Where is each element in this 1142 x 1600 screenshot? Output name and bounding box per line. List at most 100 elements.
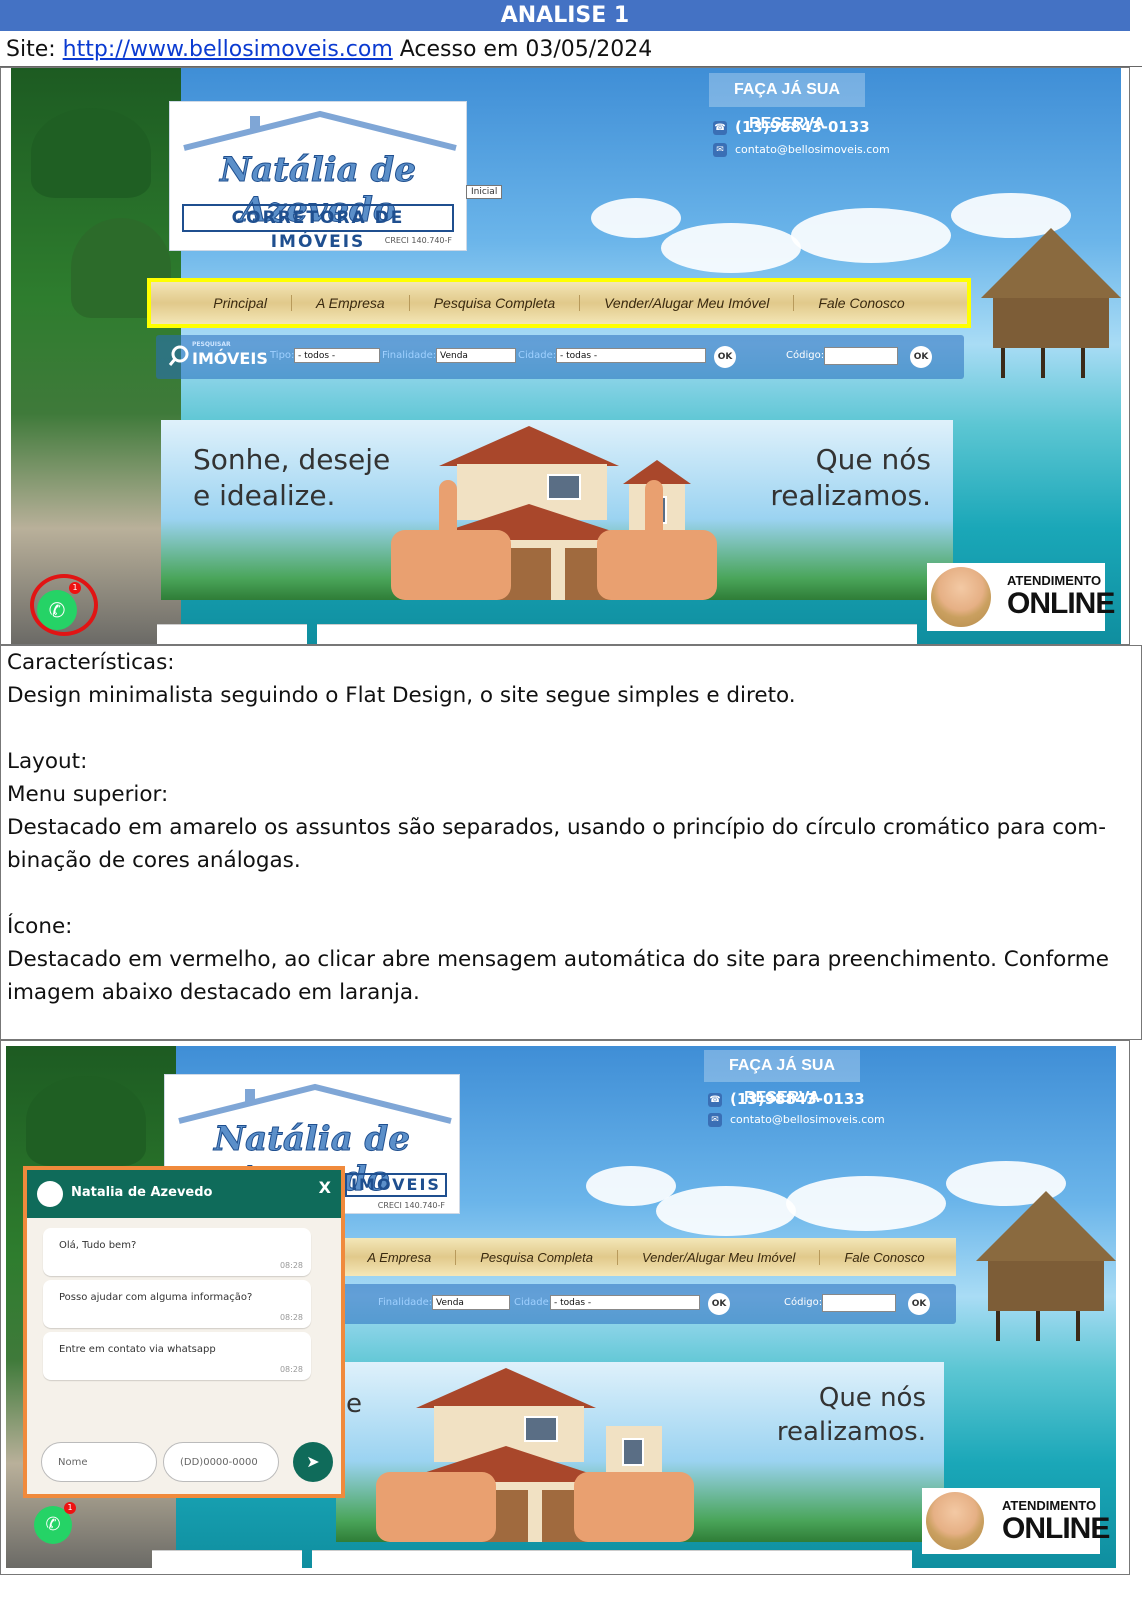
banner-fragment: e — [346, 1389, 362, 1419]
website-screenshot-2: Natália de Azevedo IMÓVEIS CRECI 140.740… — [6, 1046, 1116, 1568]
message-text: Entre em contato via whatsapp — [59, 1344, 216, 1355]
agent-avatar — [926, 1492, 984, 1550]
text-line: Ícone: — [7, 914, 73, 939]
message-time: 08:28 — [279, 1365, 303, 1374]
phone-line: ☎ (13)98843-0133 — [708, 1090, 865, 1108]
finger-left — [439, 480, 457, 560]
tipo-select[interactable]: - todos - — [294, 348, 380, 363]
finger-right — [645, 480, 663, 560]
message-time: 08:28 — [279, 1313, 303, 1322]
phone-icon: ☎ — [708, 1092, 722, 1107]
bungalow — [966, 1191, 1116, 1341]
bungalow — [971, 228, 1121, 378]
message-text: Olá, Tudo bem? — [59, 1240, 137, 1251]
document-title: ANALISE 1 — [0, 0, 1130, 31]
codigo-label: Código: — [786, 350, 825, 361]
website-screenshot-1: Natália de Azevedo CORRETORA DE IMÓVEIS … — [11, 68, 1121, 644]
cloud — [591, 198, 681, 238]
screenshot-1-frame: Natália de Azevedo CORRETORA DE IMÓVEIS … — [0, 67, 1130, 645]
agent-avatar — [931, 567, 991, 627]
bottom-panel — [317, 624, 917, 644]
cidade-label: Cidade: — [514, 1297, 553, 1308]
hand-right — [574, 1472, 694, 1542]
email-address[interactable]: contato@bellosimoveis.com — [735, 143, 890, 156]
search-ok-button[interactable]: OK — [714, 346, 736, 368]
phone-input[interactable]: (DD)0000-0000 — [163, 1442, 279, 1482]
chat-message: Olá, Tudo bem? 08:28 — [43, 1228, 311, 1276]
search-bar: PESQUISAR IMÓVEIS Tipo: - todos - Finali… — [156, 335, 964, 379]
site-info-line: Site: http://www.bellosimoveis.com Acess… — [0, 33, 1142, 67]
menu-vender-alugar[interactable]: Vender/Alugar Meu Imóvel — [618, 1249, 821, 1265]
codigo-ok-button[interactable]: OK — [910, 346, 932, 368]
chat-avatar — [37, 1181, 63, 1207]
codigo-ok-button[interactable]: OK — [908, 1293, 930, 1315]
creci-number: CRECI 140.740-F — [377, 1201, 445, 1210]
text-line: Destacado em vermelho, ao clicar abre me… — [7, 947, 1109, 972]
yellow-highlight-box — [147, 278, 971, 328]
cidade-select[interactable]: - todas - — [556, 348, 706, 363]
access-date: Acesso em 03/05/2024 — [399, 37, 653, 62]
menu-fale-conosco[interactable]: Fale Conosco — [820, 1250, 948, 1265]
name-input[interactable]: Nome — [41, 1442, 157, 1482]
house-roof-icon — [183, 110, 457, 151]
online-label-2: ONLINE — [1002, 1512, 1110, 1545]
atendimento-online-widget[interactable]: ATENDIMENTO ONLINE — [922, 1488, 1110, 1554]
search-icon — [168, 345, 189, 366]
finalidade-select[interactable]: Venda — [436, 348, 516, 363]
site-url-link[interactable]: http://www.bellosimoveis.com — [63, 37, 393, 62]
text-line: Características: — [7, 650, 175, 675]
send-icon[interactable]: ➤ — [293, 1442, 333, 1482]
finalidade-label: Finalidade: — [382, 350, 437, 361]
bottom-panel — [312, 1550, 912, 1568]
text-line — [7, 877, 1141, 910]
codigo-label: Código: — [784, 1297, 823, 1308]
email-line: ✉ contato@bellosimoveis.com — [708, 1113, 885, 1127]
text-line: Design minimalista seguindo o Flat Desig… — [7, 683, 796, 708]
logo-subtitle: CORRETORA DE IMÓVEIS — [182, 204, 454, 252]
codigo-input[interactable] — [824, 347, 898, 365]
finalidade-select[interactable]: Venda — [432, 1295, 510, 1310]
site-logo[interactable]: Natália de Azevedo CORRETORA DE IMÓVEIS … — [169, 101, 467, 252]
menu-a-empresa[interactable]: A Empresa — [343, 1249, 457, 1265]
phone-number: (13)98843-0133 — [730, 1090, 865, 1108]
phone-line: ☎ (13)98843-0133 — [713, 118, 870, 136]
chat-message: Posso ajudar com alguma informação? 08:2… — [43, 1280, 311, 1328]
phone-number: (13)98843-0133 — [735, 118, 870, 136]
palm-trees — [26, 1076, 146, 1166]
mail-icon: ✉ — [713, 143, 727, 157]
red-highlight-circle — [30, 574, 98, 636]
notification-badge: 1 — [64, 1502, 76, 1514]
message-text: Posso ajudar com alguma informação? — [59, 1292, 253, 1303]
reserva-banner[interactable]: FAÇA JÁ SUA RESERVA — [704, 1050, 860, 1106]
text-line: Destacado em amarelo os assuntos são sep… — [7, 815, 1106, 840]
chat-contact-name: Natalia de Azevedo — [71, 1185, 213, 1200]
screenshot-2-frame: Natália de Azevedo IMÓVEIS CRECI 140.740… — [0, 1040, 1130, 1575]
close-icon[interactable]: X — [319, 1178, 331, 1197]
atendimento-online-widget[interactable]: ATENDIMENTO ONLINE — [927, 563, 1115, 631]
logo-subtitle-partial: IMÓVEIS — [345, 1173, 447, 1197]
banner-right-text: Que nós realizamos. — [770, 443, 931, 513]
email-address[interactable]: contato@bellosimoveis.com — [730, 1113, 885, 1126]
cidade-label: Cidade: — [518, 350, 557, 361]
creci-number: CRECI 140.740-F — [384, 236, 452, 245]
menu-pesquisa-completa[interactable]: Pesquisa Completa — [456, 1249, 618, 1265]
chat-message: Entre em contato via whatsapp 08:28 — [43, 1332, 311, 1380]
analysis-text: Características: Design minimalista segu… — [0, 645, 1142, 1040]
inicial-link[interactable]: Inicial — [466, 185, 503, 199]
chat-widget: Natalia de Azevedo X Olá, Tudo bem? 08:2… — [23, 1166, 345, 1498]
online-label-1: ATENDIMENTO — [1007, 573, 1102, 588]
site-label: Site: — [6, 37, 56, 62]
banner-right-text: Que nós realizamos. — [776, 1383, 926, 1447]
codigo-input[interactable] — [822, 1294, 896, 1312]
text-line — [7, 712, 1141, 745]
cidade-select[interactable]: - todas - — [550, 1295, 700, 1310]
cloud — [786, 1176, 946, 1231]
bottom-tab — [157, 624, 307, 644]
text-line: Layout: — [7, 749, 88, 774]
hero-banner: e Que nós realizamos. — [336, 1362, 944, 1542]
hero-banner: Sonhe, deseje e idealize. Que nós realizam… — [161, 420, 953, 600]
tipo-label: Tipo: — [270, 350, 295, 361]
search-logo: IMÓVEIS — [192, 349, 268, 368]
search-ok-button[interactable]: OK — [708, 1293, 730, 1315]
reserva-banner[interactable]: FAÇA JÁ SUA RESERVA — [709, 73, 865, 132]
